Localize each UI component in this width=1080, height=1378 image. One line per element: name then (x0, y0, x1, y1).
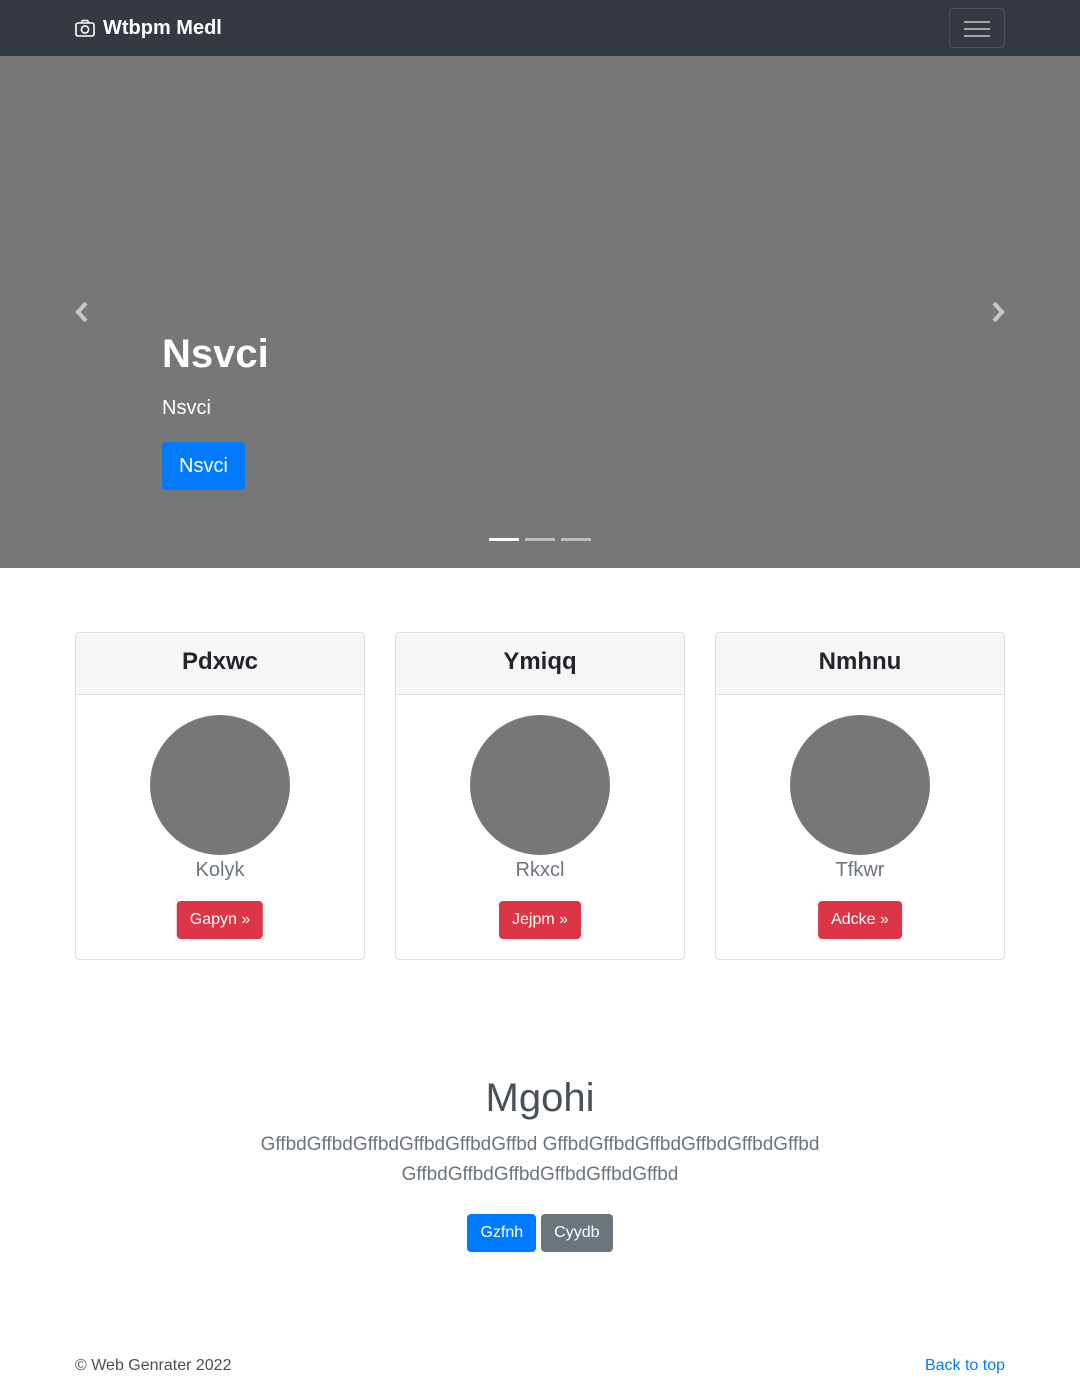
card-subtitle: Tfkwr (835, 859, 885, 881)
brand-link[interactable]: Wtbpm Medl (75, 14, 222, 42)
carousel-indicator-1[interactable] (489, 538, 519, 541)
carousel-heading: Nsvci (162, 332, 269, 376)
carousel-text: Nsvci (162, 397, 211, 419)
hero-carousel: Nsvci Nsvci Nsvci (0, 56, 1080, 568)
card-button[interactable]: Gapyn » (176, 901, 264, 939)
card-button[interactable]: Jejpm » (498, 901, 582, 939)
card-header: Pdxwc (76, 633, 364, 695)
chevron-left-icon[interactable] (70, 298, 94, 326)
back-to-top-link[interactable]: Back to top (925, 1357, 1005, 1375)
intro-section: Mgohi GffbdGffbdGffbdGffbdGffbdGffbd Gff… (0, 1070, 1080, 1252)
carousel-indicator-3[interactable] (561, 538, 591, 541)
card-1: Pdxwc Kolyk Gapyn » (75, 632, 365, 960)
chevron-right-icon[interactable] (986, 298, 1010, 326)
card-button[interactable]: Adcke » (818, 901, 902, 939)
camera-icon (75, 19, 95, 37)
navbar: Wtbpm Medl (0, 0, 1080, 56)
carousel-indicators (489, 538, 591, 541)
hamburger-icon-line (964, 35, 990, 37)
card-subtitle: Kolyk (195, 859, 245, 881)
carousel-caption: Nsvci Nsvci Nsvci (162, 332, 269, 490)
hamburger-icon-line (964, 21, 990, 23)
card-2: Ymiqq Rkxcl Jejpm » (395, 632, 685, 960)
card-header: Ymiqq (396, 633, 684, 695)
section-title: Mgohi (485, 1076, 595, 1120)
footer-copyright: © Web Genrater 2022 (75, 1357, 232, 1374)
card-subtitle: Rkxcl (515, 859, 565, 881)
section-buttons: Gzfnh Cyydb (0, 1214, 1080, 1252)
carousel-indicator-2[interactable] (525, 538, 555, 541)
section-text: GffbdGffbdGffbdGffbdGffbdGffbd GffbdGffb… (260, 1134, 820, 1185)
card-3: Nmhnu Tfkwr Adcke » (715, 632, 1005, 960)
brand-name: Wtbpm Medl (103, 16, 222, 39)
primary-button[interactable]: Gzfnh (467, 1214, 537, 1252)
card-image-placeholder (150, 715, 290, 855)
secondary-button[interactable]: Cyydb (541, 1214, 613, 1252)
card-image-placeholder (470, 715, 610, 855)
carousel-cta-button[interactable]: Nsvci (162, 442, 245, 490)
card-header: Nmhnu (716, 633, 1004, 695)
hamburger-icon-line (964, 28, 990, 30)
navbar-toggle-button[interactable] (949, 8, 1005, 48)
card-image-placeholder (790, 715, 930, 855)
